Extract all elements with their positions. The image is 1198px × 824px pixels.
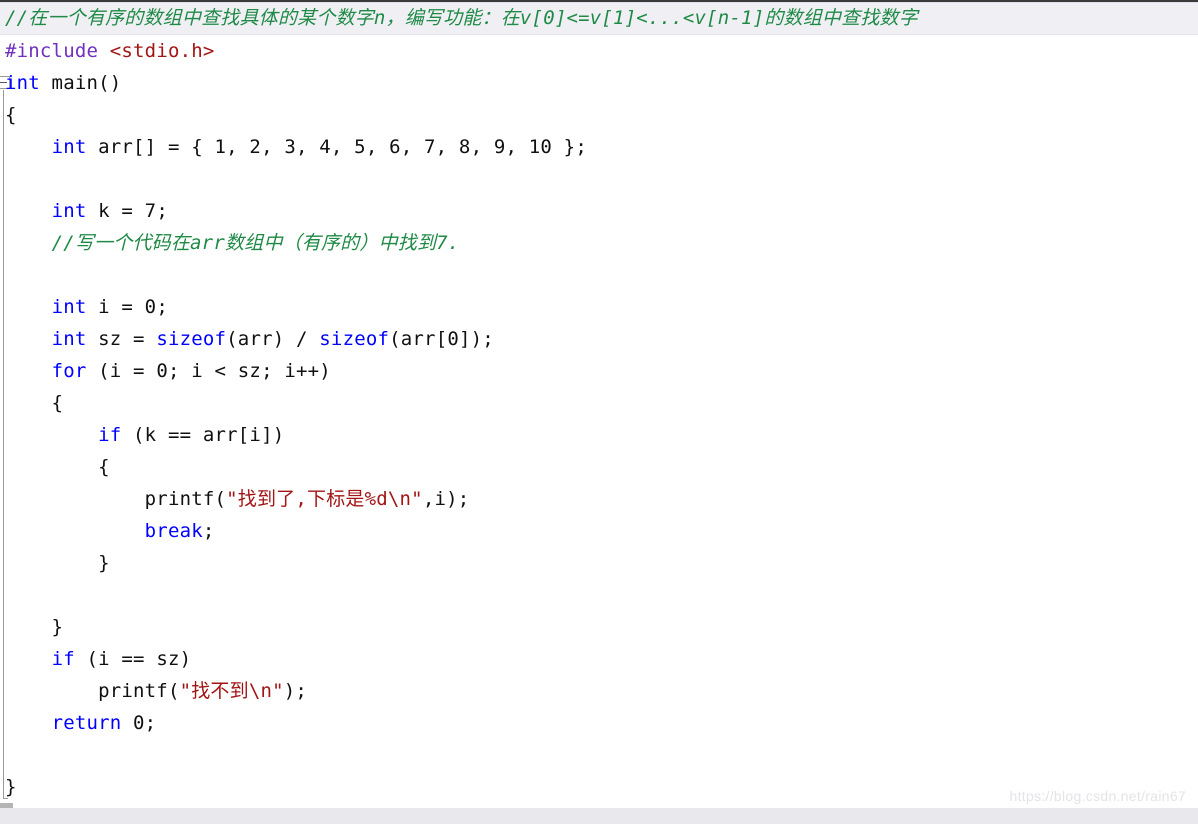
- code-line[interactable]: ​: [0, 163, 1198, 195]
- code-token-pun: sz =: [86, 328, 157, 350]
- code-line[interactable]: ​: [0, 259, 1198, 291]
- code-token-pun: [5, 648, 52, 670]
- code-line[interactable]: //写一个代码在arr数组中（有序的）中找到7.: [0, 227, 1198, 259]
- code-line[interactable]: int k = 7;: [0, 195, 1198, 227]
- code-token-pun: [5, 712, 52, 734]
- code-token-pun: [5, 360, 52, 382]
- code-token-cmt: //在一个有序的数组中查找具体的某个数字n，编写功能：在v[0]<=v[1]<.…: [5, 7, 918, 29]
- editor-window: //在一个有序的数组中查找具体的某个数字n，编写功能：在v[0]<=v[1]<.…: [0, 0, 1198, 824]
- code-token-kw: int: [51, 136, 87, 158]
- code-token-pun: (arr) /: [226, 328, 320, 350]
- code-line[interactable]: int arr[] = { 1, 2, 3, 4, 5, 6, 7, 8, 9,…: [0, 131, 1198, 163]
- code-token-pun: }: [5, 552, 110, 574]
- code-token-pun: (arr[0]);: [389, 328, 494, 350]
- code-line[interactable]: int i = 0;: [0, 291, 1198, 323]
- code-token-pun: printf(: [5, 680, 180, 702]
- code-line[interactable]: {: [0, 451, 1198, 483]
- code-line[interactable]: printf("找不到\n");: [0, 675, 1198, 707]
- code-token-kw: sizeof: [156, 328, 227, 350]
- code-token-pun: printf(: [5, 488, 227, 510]
- code-token-pun: (i == sz): [74, 648, 192, 670]
- code-token-pun: [5, 200, 52, 222]
- code-line[interactable]: break;: [0, 515, 1198, 547]
- code-token-kw: if: [98, 424, 122, 446]
- code-token-pre: #include: [5, 40, 110, 62]
- code-token-pun: i = 0;: [86, 296, 168, 318]
- code-line[interactable]: ​: [0, 739, 1198, 771]
- code-token-pun: {: [5, 104, 17, 126]
- code-token-pun: [5, 136, 52, 158]
- code-token-pun: [5, 296, 52, 318]
- code-token-kw: for: [51, 360, 87, 382]
- code-token-pun: (i = 0; i < sz; i++): [86, 360, 331, 382]
- code-token-kw: break: [144, 520, 203, 542]
- code-token-pun: [5, 232, 52, 254]
- code-token-pun: );: [283, 680, 308, 702]
- code-line[interactable]: int sz = sizeof(arr) / sizeof(arr[0]);: [0, 323, 1198, 355]
- code-lines[interactable]: //在一个有序的数组中查找具体的某个数字n，编写功能：在v[0]<=v[1]<.…: [0, 2, 1198, 803]
- watermark-url: https://blog.csdn.net/rain67: [1009, 788, 1186, 804]
- code-token-kw: int: [5, 72, 40, 94]
- code-token-pun: }: [5, 616, 64, 638]
- code-line[interactable]: }: [0, 547, 1198, 579]
- code-line[interactable]: return 0;: [0, 707, 1198, 739]
- code-token-pun: ;: [202, 520, 215, 542]
- code-token-pun: [5, 328, 52, 350]
- code-token-hdr: <stdio.h>: [109, 40, 215, 62]
- code-token-str: "找不到\n": [179, 680, 284, 702]
- code-token-pun: k = 7;: [86, 200, 168, 222]
- code-line[interactable]: {: [0, 387, 1198, 419]
- code-token-kw: if: [51, 648, 75, 670]
- code-token-pun: {: [5, 392, 64, 414]
- code-line[interactable]: if (i == sz): [0, 643, 1198, 675]
- code-line[interactable]: for (i = 0; i < sz; i++): [0, 355, 1198, 387]
- code-line[interactable]: if (k == arr[i]): [0, 419, 1198, 451]
- code-token-pun: 0;: [121, 712, 157, 734]
- code-token-pun: {: [5, 456, 110, 478]
- code-token-pun: }: [5, 776, 17, 798]
- code-token-kw: int: [51, 328, 87, 350]
- code-token-pun: (k == arr[i]): [121, 424, 285, 446]
- status-strip: [0, 808, 1198, 824]
- code-editor-surface[interactable]: //在一个有序的数组中查找具体的某个数字n，编写功能：在v[0]<=v[1]<.…: [0, 2, 1198, 802]
- code-token-kw: sizeof: [319, 328, 390, 350]
- code-line[interactable]: {: [0, 99, 1198, 131]
- code-line[interactable]: //在一个有序的数组中查找具体的某个数字n，编写功能：在v[0]<=v[1]<.…: [0, 2, 1198, 35]
- code-token-kw: int: [51, 296, 87, 318]
- code-line[interactable]: #include <stdio.h>: [0, 35, 1198, 67]
- code-line[interactable]: int main(): [0, 67, 1198, 99]
- code-token-pun: arr[] = { 1, 2, 3, 4, 5, 6, 7, 8, 9, 10 …: [86, 136, 587, 158]
- code-line[interactable]: ​: [0, 579, 1198, 611]
- code-token-pun: main(): [39, 72, 122, 94]
- code-line[interactable]: }: [0, 611, 1198, 643]
- code-token-cmt: //写一个代码在arr数组中（有序的）中找到7.: [51, 232, 460, 254]
- code-token-kw: int: [51, 200, 87, 222]
- code-token-pun: ,i);: [422, 488, 470, 510]
- code-line[interactable]: printf("找到了,下标是%d\n",i);: [0, 483, 1198, 515]
- code-token-str: "找到了,下标是%d\n": [226, 488, 423, 510]
- code-token-pun: [5, 520, 145, 542]
- code-token-kw: return: [51, 712, 122, 734]
- code-token-pun: [5, 424, 98, 446]
